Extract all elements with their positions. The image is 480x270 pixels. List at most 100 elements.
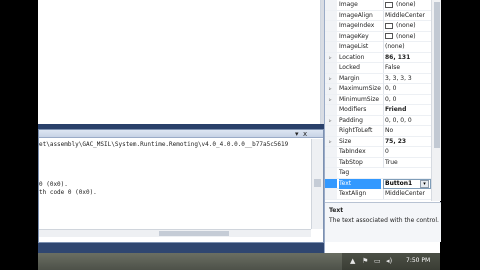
- property-value-text: (none): [385, 43, 405, 50]
- description-text: The text associated with the control.: [329, 217, 439, 224]
- property-row[interactable]: ▹ Margin 3, 3, 3, 3: [325, 73, 431, 84]
- scroll-thumb[interactable]: [314, 179, 321, 187]
- property-value[interactable]: (none): [383, 21, 431, 31]
- property-value-text: No: [385, 127, 394, 134]
- property-name: ImageList: [339, 43, 369, 50]
- form-designer-surface[interactable]: [38, 0, 321, 124]
- property-value[interactable]: (none): [383, 42, 431, 52]
- property-value[interactable]: 3, 3, 3, 3: [383, 73, 431, 84]
- output-line: th code 0 (0x0).: [39, 189, 97, 196]
- property-value[interactable]: 0: [383, 147, 431, 157]
- property-row[interactable]: ▹ MinimumSize 0, 0: [325, 94, 431, 105]
- output-window: ▾ x et\assembly\GAC_MSIL\System.Runtime.…: [38, 129, 324, 243]
- property-value[interactable]: 0, 0, 0, 0: [383, 115, 431, 126]
- property-name: Modifiers: [339, 106, 367, 113]
- row-gutter: [325, 157, 337, 167]
- property-row[interactable]: TextAlign MiddleCenter: [325, 189, 431, 200]
- expand-icon[interactable]: ▹: [329, 95, 332, 105]
- property-row[interactable]: TabStop True: [325, 157, 431, 168]
- output-titlebar: ▾ x: [39, 130, 323, 138]
- close-icon[interactable]: x: [303, 130, 307, 138]
- output-vertical-scrollbar[interactable]: [311, 139, 323, 229]
- property-value[interactable]: No: [383, 126, 431, 136]
- property-row[interactable]: TabIndex 0: [325, 147, 431, 158]
- scroll-thumb[interactable]: [159, 231, 229, 236]
- expand-icon[interactable]: ▹: [329, 137, 332, 147]
- property-value[interactable]: Friend: [383, 105, 431, 115]
- row-gutter: [325, 42, 337, 52]
- description-title: Text: [329, 207, 344, 214]
- property-value-text: (none): [396, 1, 416, 8]
- action-center-icon[interactable]: ⚑: [362, 258, 368, 265]
- property-value-text: 3, 3, 3, 3: [385, 74, 412, 82]
- image-swatch-icon: [385, 33, 393, 39]
- property-row[interactable]: ImageIndex (none): [325, 21, 431, 32]
- expand-icon[interactable]: ▹: [329, 116, 332, 126]
- row-gutter: [325, 126, 337, 136]
- property-name: MaximumSize: [339, 85, 381, 92]
- property-name: Padding: [339, 116, 363, 124]
- property-row[interactable]: ImageAlign MiddleCenter: [325, 10, 431, 21]
- volume-icon[interactable]: ◂): [386, 258, 392, 265]
- property-value[interactable]: False: [383, 63, 431, 73]
- taskbar: ▲ ⚑ ▭ ◂) 7:50 PM: [38, 253, 440, 270]
- row-gutter: [325, 10, 337, 20]
- show-hidden-icons-icon[interactable]: ▲: [350, 258, 355, 265]
- expand-icon[interactable]: ▹: [329, 74, 332, 84]
- output-line: 0 (0x0).: [39, 181, 68, 188]
- property-row[interactable]: ▹ MaximumSize 0, 0: [325, 84, 431, 95]
- property-row[interactable]: ▹ Size 75, 23: [325, 136, 431, 147]
- pin-icon[interactable]: ▾: [295, 130, 299, 138]
- image-swatch-icon: [385, 1, 393, 8]
- row-gutter: [325, 189, 337, 199]
- output-line: et\assembly\GAC_MSIL\System.Runtime.Remo…: [39, 141, 289, 148]
- property-value[interactable]: MiddleCenter: [383, 189, 431, 199]
- row-gutter: [325, 21, 337, 31]
- property-value-text: 0, 0, 0, 0: [385, 116, 412, 124]
- output-horizontal-scrollbar[interactable]: [39, 229, 311, 237]
- property-name: Tag: [339, 169, 350, 176]
- property-row[interactable]: ImageKey (none): [325, 31, 431, 42]
- property-row[interactable]: ▹ Padding 0, 0, 0, 0: [325, 115, 431, 126]
- property-value[interactable]: MiddleCenter: [383, 10, 431, 21]
- properties-window: Image (none) ImageAlign MiddleCenter ImageIn…: [324, 0, 441, 253]
- letterbox-right: [440, 0, 480, 270]
- property-value[interactable]: 75, 23: [383, 136, 431, 147]
- clock[interactable]: 7:50 PM: [406, 257, 430, 264]
- property-value-text: True: [385, 158, 398, 166]
- property-name: TabStop: [339, 158, 363, 166]
- property-value-text: MiddleCenter: [385, 190, 426, 197]
- row-gutter: [325, 168, 337, 178]
- property-value-input[interactable]: Button1 ▾: [383, 178, 431, 189]
- property-value-text: False: [385, 64, 401, 71]
- row-gutter: [325, 63, 337, 73]
- expand-icon[interactable]: ▹: [329, 53, 332, 63]
- property-grid-scrollbar[interactable]: [431, 0, 441, 201]
- property-name: Text: [339, 178, 381, 189]
- letterbox-left: [0, 0, 38, 270]
- property-row[interactable]: ImageList (none): [325, 42, 431, 53]
- property-value[interactable]: 86, 131: [383, 52, 431, 63]
- property-value[interactable]: (none): [383, 0, 431, 10]
- row-gutter: [325, 0, 337, 10]
- dropdown-button[interactable]: ▾: [420, 179, 429, 188]
- property-value-text: 0, 0: [385, 85, 397, 92]
- property-row[interactable]: Text Button1 ▾: [325, 178, 431, 189]
- property-row[interactable]: Tag: [325, 168, 431, 179]
- expand-icon[interactable]: ▹: [329, 84, 332, 94]
- property-name: Size: [339, 137, 352, 145]
- property-row[interactable]: Image (none): [325, 0, 431, 11]
- property-value-text: MiddleCenter: [385, 11, 426, 19]
- network-icon[interactable]: ▭: [374, 258, 381, 265]
- property-value-text: 0, 0: [385, 95, 397, 103]
- property-value[interactable]: 0, 0: [383, 94, 431, 105]
- property-value[interactable]: (none): [383, 31, 431, 42]
- property-value[interactable]: True: [383, 157, 431, 168]
- property-row[interactable]: Locked False: [325, 63, 431, 74]
- property-row[interactable]: ▹ Location 86, 131: [325, 52, 431, 63]
- property-value[interactable]: 0, 0: [383, 84, 431, 94]
- property-row[interactable]: RightToLeft No: [325, 126, 431, 137]
- scroll-thumb[interactable]: [434, 2, 440, 148]
- property-value-text: Friend: [385, 106, 407, 113]
- property-row[interactable]: Modifiers Friend: [325, 105, 431, 116]
